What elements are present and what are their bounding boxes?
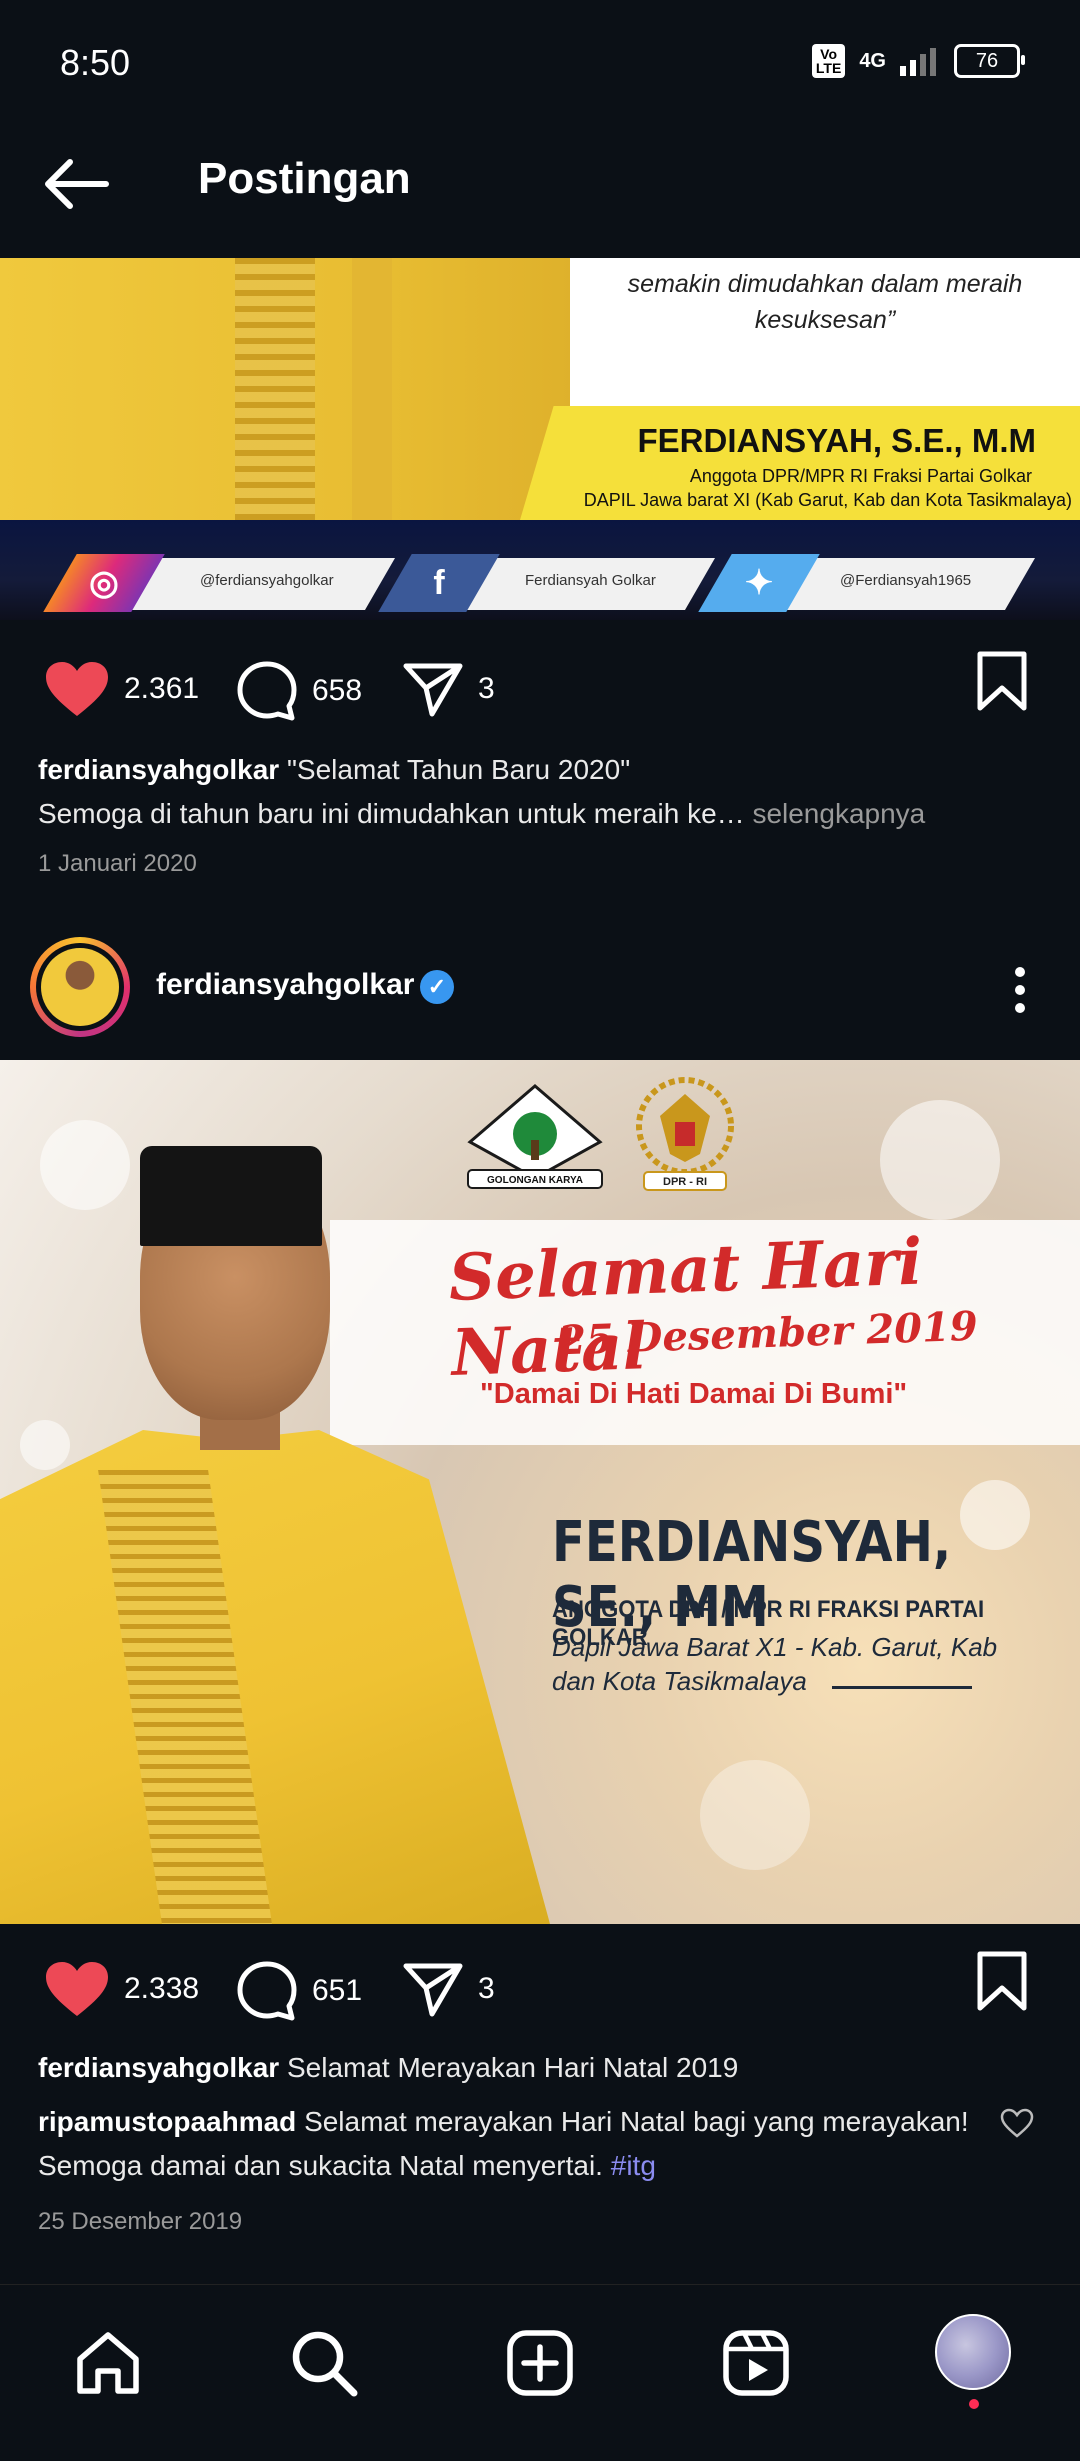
post-actions: 2.361 658 3 <box>0 636 1080 736</box>
more-link[interactable]: selengkapnya <box>752 798 925 829</box>
page-title: Postingan <box>198 154 411 203</box>
app-header <box>0 130 1080 258</box>
bookmark-icon[interactable] <box>976 1950 1028 2012</box>
golkar-logo-text: GOLONGAN KARYA <box>487 1175 583 1186</box>
share-button[interactable]: 3 <box>402 1960 495 2018</box>
post-image[interactable]: GOLONGAN KARYA DPR - RI Selamat Hari Nat… <box>0 1060 1080 1924</box>
like-button[interactable]: 2.361 <box>44 660 199 718</box>
post-caption: ferdiansyahgolkar Selamat Merayakan Hari… <box>38 2046 1048 2090</box>
volte-icon: Vo LTE <box>811 44 846 78</box>
facebook-handle: Ferdiansyah Golkar <box>525 572 656 589</box>
share-icon <box>403 1963 463 2017</box>
share-icon <box>403 663 463 717</box>
golkar-logo: GOLONGAN KARYA <box>467 1084 603 1189</box>
caption-text: "Selamat Tahun Baru 2020" <box>286 754 631 785</box>
caption-username[interactable]: ferdiansyahgolkar <box>38 2052 279 2083</box>
bottom-nav <box>0 2284 1080 2461</box>
shirt-pattern <box>352 258 392 520</box>
bookmark-icon[interactable] <box>976 650 1028 712</box>
quote-line: semakin dimudahkan dalam meraih <box>627 270 1023 298</box>
like-button[interactable]: 2.338 <box>44 1960 199 2018</box>
profile-tab-avatar[interactable] <box>935 2314 1011 2390</box>
share-count: 3 <box>478 1972 495 2005</box>
signal-icon <box>900 48 936 76</box>
status-time: 8:50 <box>60 42 131 83</box>
greeting-tagline: "Damai Di Hati Damai Di Bumi" <box>480 1378 908 1410</box>
instagram-icon: ◎ <box>43 554 165 612</box>
share-count: 3 <box>478 672 495 705</box>
battery-indicator: 76 <box>954 44 1025 78</box>
comment-icon <box>237 661 297 721</box>
instagram-handle: @ferdiansyahgolkar <box>200 572 334 589</box>
banner-line: Anggota DPR/MPR RI Fraksi Partai Golkar <box>689 466 1032 486</box>
like-count: 2.361 <box>124 672 200 705</box>
comment-button[interactable]: 658 <box>236 660 362 722</box>
comment-count: 651 <box>312 1974 363 2007</box>
hashtag-link[interactable]: #itg <box>611 2150 656 2181</box>
back-arrow-icon[interactable] <box>42 154 112 214</box>
home-icon[interactable] <box>70 2325 146 2401</box>
post-username[interactable]: ferdiansyahgolkar <box>156 968 414 1002</box>
notification-dot <box>969 2399 979 2409</box>
network-label: 4G <box>859 49 886 72</box>
profile-avatar[interactable] <box>30 937 130 1037</box>
shirt-pattern <box>235 258 315 520</box>
social-bar: ◎ @ferdiansyahgolkar f Ferdiansyah Golka… <box>0 520 1080 620</box>
comment-preview: ripamustopaahmad Selamat merayakan Hari … <box>38 2100 978 2188</box>
twitter-icon: ✦ <box>698 554 820 612</box>
banner-name: FERDIANSYAH, S.E., M.M <box>637 422 1037 459</box>
dpr-logo-text: DPR - RI <box>663 1176 707 1188</box>
dpr-logo: DPR - RI <box>636 1077 734 1191</box>
add-icon[interactable] <box>502 2325 578 2401</box>
avatar-image <box>41 948 119 1026</box>
post-actions: 2.338 651 3 <box>0 1936 1080 2036</box>
share-button[interactable]: 3 <box>402 660 495 718</box>
more-icon[interactable] <box>1000 960 1040 1020</box>
status-icons: Vo LTE 4G 76 <box>811 44 1025 78</box>
post-date: 1 Januari 2020 <box>38 850 197 877</box>
quote-line: kesuksesan” <box>754 306 896 334</box>
comment-icon <box>237 1961 297 2021</box>
reels-icon[interactable] <box>718 2325 794 2401</box>
comment-count: 658 <box>312 674 363 707</box>
greeting-title: Selamat Hari Natal <box>447 1224 924 1391</box>
divider <box>832 1686 972 1689</box>
status-bar: 8:50 Vo LTE 4G 76 <box>0 0 1080 130</box>
facebook-icon: f <box>378 554 500 612</box>
heart-icon <box>46 1962 108 2016</box>
caption-line: Semoga di tahun baru ini dimudahkan untu… <box>38 798 745 829</box>
comment-like-icon[interactable] <box>1000 2108 1034 2138</box>
quote-box: semakin dimudahkan dalam meraih kesukses… <box>570 258 1080 416</box>
caption-text: Selamat Merayakan Hari Natal 2019 <box>286 2052 739 2083</box>
search-icon[interactable] <box>286 2325 362 2401</box>
comment-button[interactable]: 651 <box>236 1960 362 2022</box>
person-cap <box>140 1146 322 1246</box>
person-shirt <box>0 1430 550 1924</box>
banner-line: DAPIL Jawa barat XI (Kab Garut, Kab dan … <box>583 490 1072 510</box>
caption-username[interactable]: ferdiansyahgolkar <box>38 754 279 785</box>
banner-line: Dapil Jawa Barat X1 - Kab. Garut, Kab <box>552 1632 998 1662</box>
banner-line: dan Kota Tasikmalaya <box>552 1666 807 1696</box>
post-image[interactable]: semakin dimudahkan dalam meraih kesukses… <box>0 258 1080 620</box>
verified-badge-icon: ✓ <box>420 970 454 1004</box>
name-strip: FERDIANSYAH, S.E., M.M Anggota DPR/MPR R… <box>520 406 1080 520</box>
comment-username[interactable]: ripamustopaahmad <box>38 2106 296 2137</box>
twitter-handle: @Ferdiansyah1965 <box>840 572 972 589</box>
post-caption: ferdiansyahgolkar "Selamat Tahun Baru 20… <box>38 748 1048 836</box>
heart-icon <box>46 662 108 716</box>
like-count: 2.338 <box>124 1972 200 2005</box>
post-date: 25 Desember 2019 <box>38 2208 243 2235</box>
